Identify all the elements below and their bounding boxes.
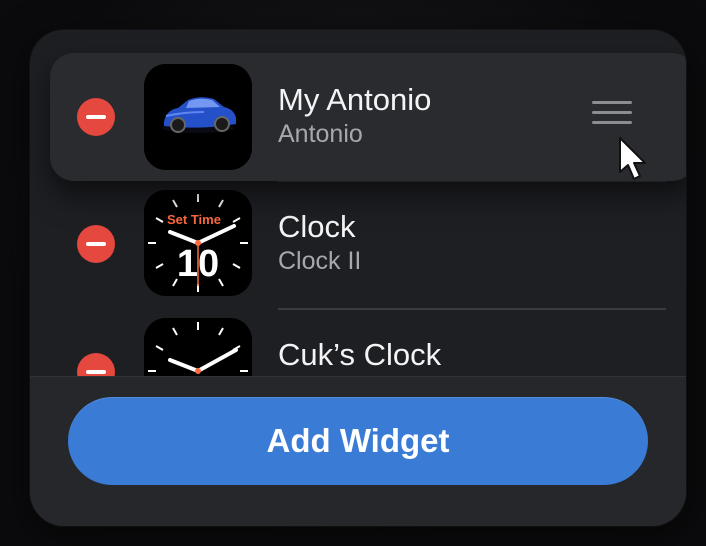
footer: Add Widget <box>30 376 686 526</box>
widget-list: Set Time 10 Clock Clock II Cuk’s Clock M… <box>30 30 686 380</box>
minus-icon <box>86 115 106 119</box>
widget-title: My Antonio <box>278 82 432 117</box>
widget-subtitle: Antonio <box>278 120 363 148</box>
stage: Set Time 10 Clock Clock II Cuk’s Clock M… <box>0 0 706 546</box>
drag-handle-icon[interactable] <box>592 99 632 129</box>
widget-row-clock[interactable]: Set Time 10 Clock Clock II <box>30 180 686 308</box>
minus-icon <box>86 242 106 246</box>
remove-widget-button[interactable] <box>77 225 115 263</box>
clock-face-number: 10 <box>177 243 219 285</box>
widget-editor-panel: Set Time 10 Clock Clock II Cuk’s Clock M… <box>30 30 686 526</box>
widget-text: My Antonio Antonio <box>278 81 431 149</box>
row-divider <box>278 308 666 310</box>
widget-text: Cuk’s Clock <box>278 336 441 374</box>
clock-face-icon: Set Time 10 <box>144 190 252 296</box>
widget-title: Clock <box>278 209 356 244</box>
add-widget-button[interactable]: Add Widget <box>68 397 648 485</box>
widget-text: Clock Clock II <box>278 208 361 276</box>
pointer-cursor-icon <box>617 136 651 182</box>
car-icon <box>144 64 252 170</box>
minus-icon <box>86 370 106 374</box>
clock-face-label: Set Time <box>167 212 221 227</box>
widget-subtitle: Clock II <box>278 247 362 275</box>
widget-title: Cuk’s Clock <box>278 337 442 372</box>
widget-row-cuks-clock[interactable]: Cuk’s Clock <box>30 308 686 380</box>
remove-widget-button[interactable] <box>77 98 115 136</box>
widget-row-my-antonio[interactable]: My Antonio Antonio <box>50 53 686 181</box>
analog-clock-icon <box>144 318 252 380</box>
